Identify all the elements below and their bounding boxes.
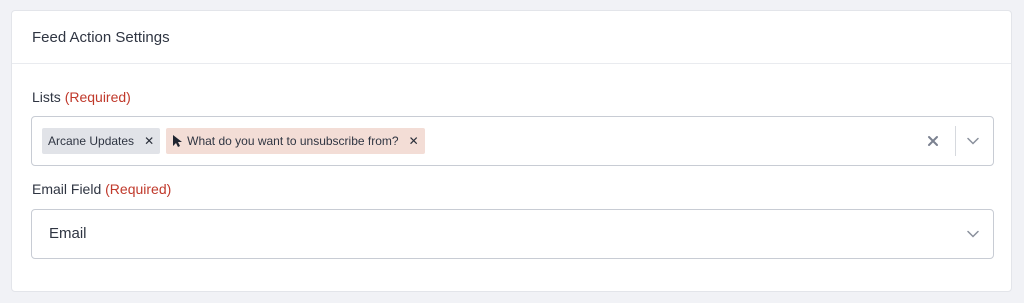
clear-x-icon[interactable] (923, 131, 943, 151)
remove-tag-x-icon[interactable]: ✕ (409, 135, 419, 147)
panel-title: Feed Action Settings (32, 28, 170, 46)
remove-tag-x-icon[interactable]: ✕ (144, 135, 154, 147)
list-tag-unsubscribe: What do you want to unsubscribe from? ✕ (166, 128, 425, 154)
list-tag-label: What do you want to unsubscribe from? (187, 134, 399, 148)
email-field-select[interactable]: Email (31, 209, 994, 259)
lists-label-text: Lists (32, 89, 61, 105)
chevron-down-icon[interactable] (963, 131, 983, 151)
panel-header: Feed Action Settings (12, 11, 1011, 64)
feed-action-settings-panel: Feed Action Settings Lists (Required) Ar… (11, 10, 1012, 292)
list-tag-arcane-updates: Arcane Updates ✕ (42, 128, 161, 154)
email-field-label: Email Field (Required) (32, 181, 171, 197)
lists-label: Lists (Required) (32, 89, 131, 105)
select-divider (955, 126, 956, 156)
email-field-label-text: Email Field (32, 181, 102, 197)
lists-multiselect[interactable]: Arcane Updates ✕ What do you want to uns… (31, 116, 994, 166)
list-tag-label: Arcane Updates (48, 134, 135, 148)
lists-required-text: (Required) (64, 89, 131, 105)
chevron-down-icon[interactable] (963, 224, 983, 244)
email-field-value: Email (49, 225, 87, 242)
lists-tags: Arcane Updates ✕ What do you want to uns… (42, 128, 425, 154)
email-required-text: (Required) (105, 181, 172, 197)
mouse-pointer-icon (172, 134, 183, 148)
